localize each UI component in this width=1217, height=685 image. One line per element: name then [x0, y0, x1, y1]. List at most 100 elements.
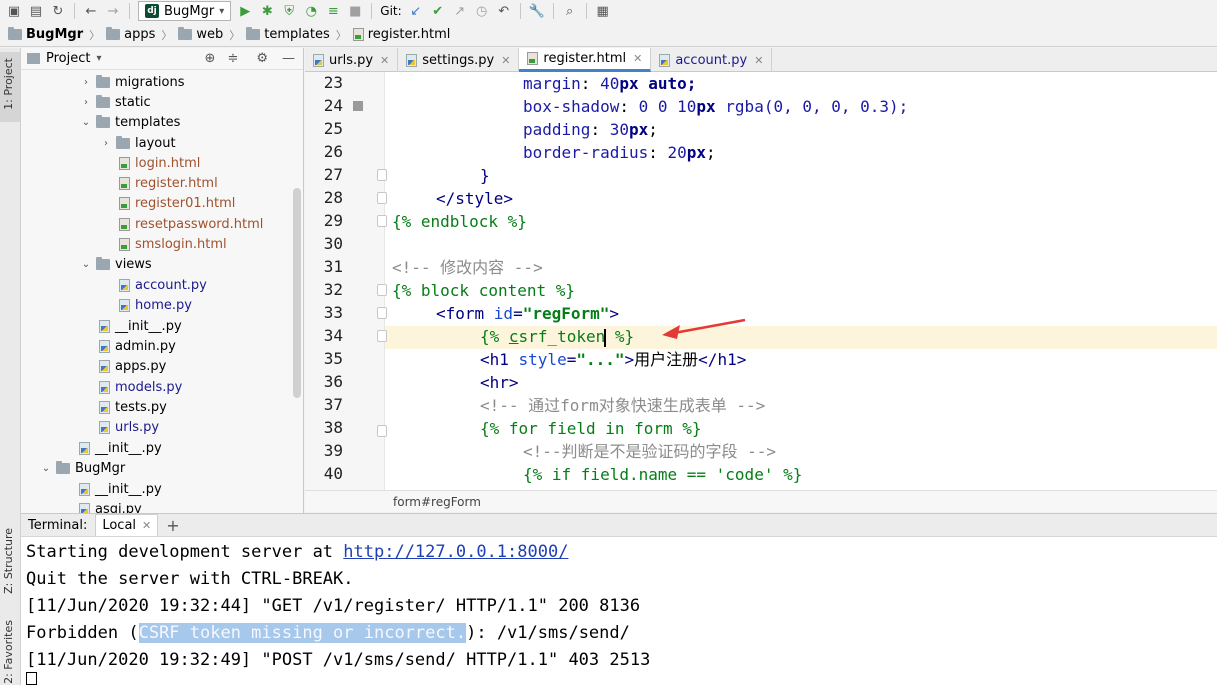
settings-icon[interactable]: 🔧 [529, 3, 545, 19]
run-icon[interactable]: ▶ [237, 3, 253, 19]
editor-structure-breadcrumb[interactable]: form#regForm [305, 490, 1217, 512]
html-file-icon [119, 156, 130, 170]
tab-label: settings.py [422, 52, 495, 68]
fold-marker-icon[interactable] [377, 425, 387, 437]
fold-marker-icon[interactable] [377, 169, 387, 181]
tree-item[interactable]: home.py [119, 295, 192, 315]
tree-item[interactable]: smslogin.html [119, 234, 227, 254]
sync-icon[interactable]: ↻ [50, 3, 66, 19]
line-number: 33 [323, 303, 343, 322]
gear-icon[interactable]: ⚙ [256, 51, 268, 66]
tree-item[interactable]: tests.py [99, 397, 167, 417]
code-token: : [648, 143, 668, 162]
run-config-select[interactable]: dj BugMgr ▾ [138, 1, 232, 21]
chevron-right-icon[interactable]: › [81, 97, 91, 108]
tree-item[interactable]: › static [81, 92, 151, 112]
code-line-33: <form id="regForm"> [392, 302, 619, 325]
fold-marker-icon[interactable] [377, 307, 387, 319]
tab-urls-py[interactable]: urls.py ✕ [305, 48, 399, 72]
tree-item[interactable]: apps.py [99, 356, 166, 376]
chevron-down-icon[interactable]: ⌄ [81, 259, 91, 270]
tab-local-terminal[interactable]: Local ✕ [95, 514, 159, 536]
close-icon[interactable]: ✕ [633, 52, 642, 65]
rollback-icon[interactable]: ↶ [496, 3, 512, 19]
collapse-icon[interactable]: ≑ [227, 51, 238, 66]
breadcrumb-label: templates [264, 27, 330, 42]
tab-settings-py[interactable]: settings.py ✕ [398, 48, 520, 72]
project-panel-title[interactable]: Project [46, 51, 90, 66]
tab-label: account.py [675, 52, 748, 68]
tab-register-html[interactable]: register.html ✕ [519, 48, 652, 72]
debug-icon[interactable]: ✱ [259, 3, 275, 19]
tree-item[interactable]: urls.py [99, 417, 159, 437]
project-tool-tab[interactable]: 1: Project [2, 58, 15, 110]
breadcrumb-item-templates[interactable]: templates [246, 27, 330, 42]
chevron-down-icon[interactable]: ⌄ [81, 117, 91, 128]
close-icon[interactable]: ✕ [501, 54, 510, 67]
tree-item[interactable]: asgi.py [79, 499, 142, 513]
fold-marker-icon[interactable] [377, 192, 387, 204]
structure-icon[interactable]: ▦ [595, 3, 611, 19]
add-terminal-button[interactable]: + [166, 516, 179, 535]
locate-icon[interactable]: ⊕ [205, 51, 216, 66]
tree-item[interactable]: __init__.py [79, 479, 162, 499]
forward-icon[interactable]: → [105, 3, 121, 19]
tree-item[interactable]: ⌄ BugMgr [41, 458, 125, 478]
history-icon[interactable]: ◷ [474, 3, 490, 19]
hide-icon[interactable]: — [282, 51, 295, 66]
structure-crumb-label: form#regForm [393, 494, 481, 509]
terminal-output[interactable]: Starting development server at http://12… [21, 537, 1217, 685]
tab-account-py[interactable]: account.py ✕ [651, 48, 773, 72]
line-number: 31 [323, 257, 343, 276]
favorites-tool-tab[interactable]: 2: Favorites [2, 620, 15, 684]
tree-item[interactable]: ⌄ templates [81, 112, 180, 132]
tree-item[interactable]: admin.py [99, 336, 176, 356]
server-url-link[interactable]: http://127.0.0.1:8000/ [343, 542, 568, 562]
breadcrumb-item-apps[interactable]: apps [106, 27, 155, 42]
folder-icon [116, 135, 130, 149]
chevron-right-icon[interactable]: › [81, 77, 91, 88]
git-update-icon[interactable]: ↙ [408, 3, 424, 19]
search-icon[interactable]: ⌕ [562, 3, 578, 19]
tree-item[interactable]: register01.html [119, 193, 235, 213]
breadcrumb-item-file[interactable]: register.html [352, 27, 450, 42]
tree-item[interactable]: account.py [119, 275, 207, 295]
chevron-down-icon[interactable]: ▾ [96, 53, 101, 64]
breadcrumb-item-web[interactable]: web [178, 27, 223, 42]
toolbar-divider [519, 3, 521, 19]
structure-tool-tab[interactable]: Z: Structure [2, 528, 15, 594]
save-icon[interactable]: ▣ [6, 3, 22, 19]
tree-item[interactable]: resetpassword.html [119, 214, 263, 234]
tree-item[interactable]: __init__.py [79, 438, 162, 458]
project-scrollbar[interactable] [293, 188, 301, 398]
close-icon[interactable]: ✕ [754, 54, 763, 67]
git-push-icon[interactable]: ↗ [452, 3, 468, 19]
toolbar-divider [129, 3, 130, 19]
fold-marker-icon[interactable] [377, 215, 387, 227]
git-commit-icon[interactable]: ✔ [430, 3, 446, 19]
tree-item[interactable]: ⌄ views [81, 254, 152, 274]
back-icon[interactable]: ← [83, 3, 99, 19]
tree-item[interactable]: › layout [101, 133, 176, 153]
tree-item[interactable]: __init__.py [99, 316, 182, 336]
close-icon[interactable]: ✕ [380, 54, 389, 67]
code-editor[interactable]: 23 24 25 26 27 28 29 30 31 32 33 34 35 36 37 38 39 40 mar… [305, 72, 1217, 490]
css-number: 10 [677, 97, 697, 116]
save-all-icon[interactable]: ▤ [28, 3, 44, 19]
tree-item[interactable]: › migrations [81, 72, 185, 92]
tree-item[interactable]: models.py [99, 377, 182, 397]
breadcrumb-item-project[interactable]: BugMgr [8, 27, 83, 42]
chevron-down-icon[interactable]: ⌄ [41, 463, 51, 474]
build-icon[interactable]: ≡ [325, 3, 341, 19]
arrow-head [662, 325, 680, 339]
stop-icon[interactable]: ■ [347, 3, 363, 19]
fold-marker-icon[interactable] [377, 284, 387, 296]
coverage-icon[interactable]: ⛨ [281, 3, 297, 19]
tree-item[interactable]: register.html [119, 173, 218, 193]
profile-icon[interactable]: ◔ [303, 3, 319, 19]
code-token: ; [648, 120, 658, 139]
close-icon[interactable]: ✕ [142, 519, 151, 532]
fold-marker-icon[interactable] [377, 330, 387, 342]
chevron-right-icon[interactable]: › [101, 138, 111, 149]
tree-item[interactable]: login.html [119, 153, 200, 173]
